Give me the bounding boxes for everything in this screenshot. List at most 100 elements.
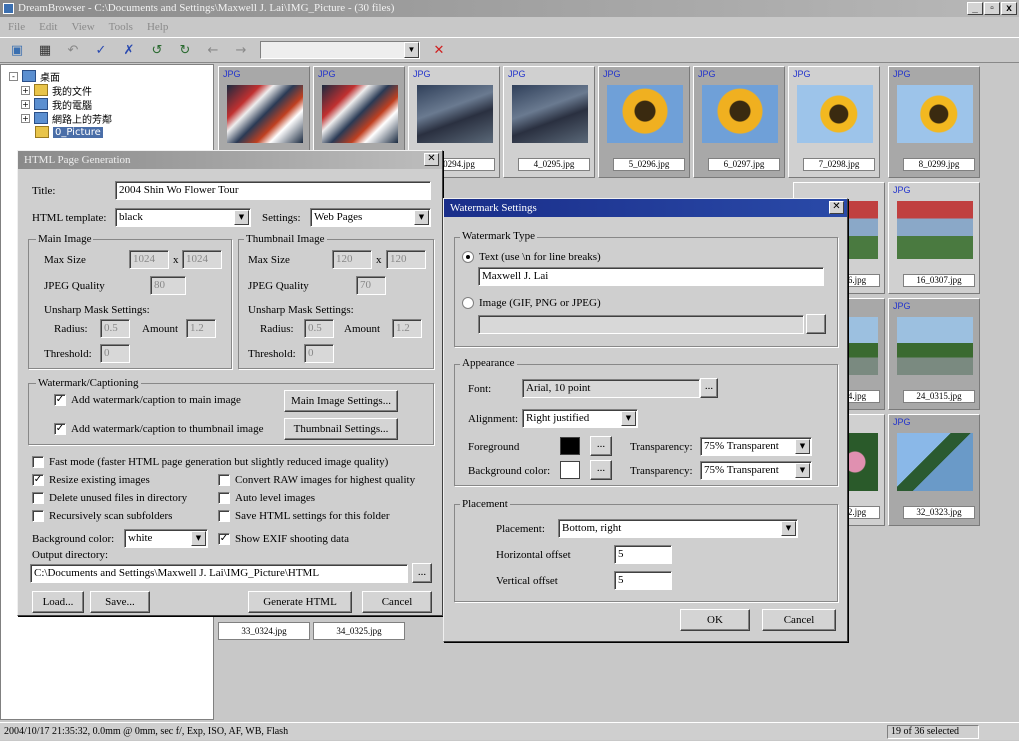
cancel-button[interactable]: Cancel xyxy=(762,609,836,631)
main-threshold-input[interactable]: 0 xyxy=(100,344,130,363)
foreground-transparency-select[interactable]: 75% Transparent ▼ xyxy=(700,437,812,456)
generate-html-button[interactable]: Generate HTML xyxy=(248,591,352,613)
checkbox-icon[interactable] xyxy=(32,492,44,504)
close-icon[interactable]: ✕ xyxy=(829,201,844,214)
expand-icon[interactable]: + xyxy=(21,85,30,95)
close-icon[interactable]: ✕ xyxy=(424,153,439,166)
close-button[interactable]: x xyxy=(1001,2,1017,15)
chevron-down-icon[interactable]: ▼ xyxy=(781,521,796,536)
checkbox-icon[interactable] xyxy=(218,492,230,504)
horizontal-offset-input[interactable]: 5 xyxy=(614,545,672,564)
main-radius-input[interactable]: 0.5 xyxy=(100,319,130,338)
thumbnail[interactable]: JPG 4_0295.jpg xyxy=(503,66,595,178)
browse-image-button[interactable] xyxy=(806,314,826,334)
font-button[interactable]: ... xyxy=(700,378,718,398)
expand-icon[interactable]: + xyxy=(21,99,30,109)
thumbnail-caption[interactable]: 34_0325.jpg xyxy=(313,622,405,640)
thumbnail[interactable]: JPG 32_0323.jpg xyxy=(888,414,980,526)
thumb-width-input[interactable]: 120 xyxy=(332,250,372,269)
main-width-input[interactable]: 1024 xyxy=(129,250,169,269)
uncheck-icon[interactable]: ✗ xyxy=(120,41,138,59)
tree-item-desktop[interactable]: - 桌面 xyxy=(9,69,60,84)
resize-checkbox[interactable]: ✓ Resize existing images xyxy=(32,474,150,486)
cancel-button[interactable]: Cancel xyxy=(362,591,432,613)
vertical-offset-input[interactable]: 5 xyxy=(614,571,672,590)
watermark-image-input[interactable] xyxy=(478,315,804,334)
chevron-down-icon[interactable]: ▼ xyxy=(795,439,810,454)
thumb-radius-input[interactable]: 0.5 xyxy=(304,319,334,338)
watermark-text-input[interactable]: Maxwell J. Lai xyxy=(478,267,824,286)
fast-mode-checkbox[interactable]: Fast mode (faster HTML page generation b… xyxy=(32,456,388,468)
main-jpeg-input[interactable]: 80 xyxy=(150,276,186,295)
background-transparency-select[interactable]: 75% Transparent ▼ xyxy=(700,461,812,480)
load-button[interactable]: Load... xyxy=(32,591,84,613)
chevron-down-icon[interactable]: ▼ xyxy=(191,531,206,546)
save-button[interactable]: Save... xyxy=(90,591,150,613)
thumbnail-settings-button[interactable]: Thumbnail Settings... xyxy=(284,418,398,440)
output-directory-input[interactable]: C:\Documents and Settings\Maxwell J. Lai… xyxy=(30,564,408,583)
placement-select[interactable]: Bottom, right ▼ xyxy=(558,519,798,538)
convert-raw-checkbox[interactable]: Convert RAW images for highest quality xyxy=(218,474,415,486)
chevron-down-icon[interactable]: ▼ xyxy=(795,463,810,478)
ok-button[interactable]: OK xyxy=(680,609,750,631)
background-color-button[interactable]: ... xyxy=(590,460,612,480)
checkbox-icon[interactable] xyxy=(218,510,230,522)
thumb-threshold-input[interactable]: 0 xyxy=(304,344,334,363)
foreground-color-swatch[interactable] xyxy=(560,437,580,455)
forward-arrow-icon[interactable]: → xyxy=(232,41,250,59)
recursive-checkbox[interactable]: Recursively scan subfolders xyxy=(32,510,172,522)
save-settings-checkbox[interactable]: Save HTML settings for this folder xyxy=(218,510,389,522)
thumb-height-input[interactable]: 120 xyxy=(386,250,426,269)
image-radio[interactable]: Image (GIF, PNG or JPEG) xyxy=(462,297,601,309)
chevron-down-icon[interactable]: ▼ xyxy=(414,210,429,225)
thumbnail-caption[interactable]: 33_0324.jpg xyxy=(218,622,310,640)
radio-selected-icon[interactable] xyxy=(462,251,474,263)
tree-item-my-documents[interactable]: + 我的文件 xyxy=(21,83,92,98)
title-input[interactable]: 2004 Shin Wo Flower Tour xyxy=(115,181,431,200)
auto-level-checkbox[interactable]: Auto level images xyxy=(218,492,315,504)
main-amount-input[interactable]: 1.2 xyxy=(186,319,216,338)
chevron-down-icon[interactable]: ▼ xyxy=(404,42,419,58)
tree-item-network[interactable]: + 網路上的芳鄰 xyxy=(21,111,112,126)
text-radio[interactable]: Text (use \n for line breaks) xyxy=(462,251,601,263)
tree-item-my-computer[interactable]: + 我的電腦 xyxy=(21,97,92,112)
delete-unused-checkbox[interactable]: Delete unused files in directory xyxy=(32,492,187,504)
thumbnail[interactable]: JPG 7_0298.jpg xyxy=(788,66,880,178)
checkbox-icon[interactable] xyxy=(32,510,44,522)
menu-tools[interactable]: Tools xyxy=(109,18,133,36)
menu-edit[interactable]: Edit xyxy=(39,18,57,36)
checkbox-checked-icon[interactable]: ✓ xyxy=(32,474,44,486)
main-image-settings-button[interactable]: Main Image Settings... xyxy=(284,390,398,412)
minimize-button[interactable]: _ xyxy=(967,2,983,15)
settings-select[interactable]: Web Pages ▼ xyxy=(310,208,431,227)
exif-checkbox[interactable]: ✓ Show EXIF shooting data xyxy=(218,533,349,545)
rotate-left-icon[interactable]: ↺ xyxy=(148,41,166,59)
menu-help[interactable]: Help xyxy=(147,18,168,36)
main-height-input[interactable]: 1024 xyxy=(182,250,222,269)
chevron-down-icon[interactable]: ▼ xyxy=(621,411,636,426)
thumbnail[interactable]: JPG 6_0297.jpg xyxy=(693,66,785,178)
maximize-button[interactable]: ▫ xyxy=(984,2,1000,15)
checkbox-checked-icon[interactable]: ✓ xyxy=(54,423,66,435)
foreground-color-button[interactable]: ... xyxy=(590,436,612,456)
background-color-swatch[interactable] xyxy=(560,461,580,479)
thumbnail[interactable]: JPG 24_0315.jpg xyxy=(888,298,980,410)
browse-button[interactable]: ... xyxy=(412,563,432,583)
chevron-down-icon[interactable]: ▼ xyxy=(234,210,249,225)
stop-icon[interactable]: ✕ xyxy=(430,41,448,59)
menu-view[interactable]: View xyxy=(71,18,94,36)
menu-file[interactable]: File xyxy=(8,18,25,36)
open-folder-icon[interactable]: ▣ xyxy=(8,41,26,59)
template-select[interactable]: black ▼ xyxy=(115,208,251,227)
main-watermark-checkbox[interactable]: ✓ Add watermark/caption to main image xyxy=(54,394,241,406)
path-combo[interactable]: ▼ xyxy=(260,41,420,59)
rotate-right-icon[interactable]: ↻ xyxy=(176,41,194,59)
background-color-select[interactable]: white ▼ xyxy=(124,529,208,548)
back-arrow-icon[interactable]: ← xyxy=(204,41,222,59)
checkbox-icon[interactable] xyxy=(218,474,230,486)
checkbox-checked-icon[interactable]: ✓ xyxy=(218,533,230,545)
checkbox-icon[interactable] xyxy=(32,456,44,468)
thumb-jpeg-input[interactable]: 70 xyxy=(356,276,386,295)
thumbnail[interactable]: JPG 16_0307.jpg xyxy=(888,182,980,294)
alignment-select[interactable]: Right justified ▼ xyxy=(522,409,638,428)
